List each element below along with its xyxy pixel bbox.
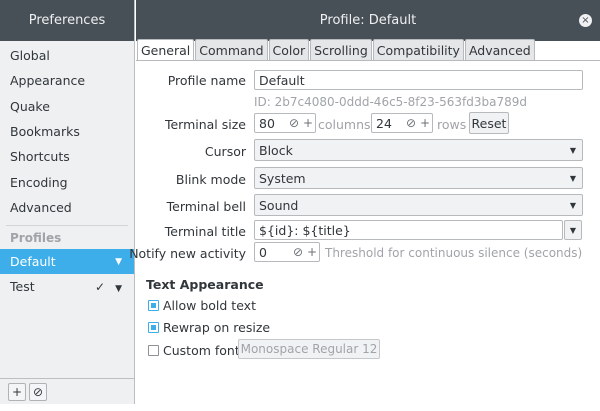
sidebar-item-shortcuts[interactable]: Shortcuts	[0, 144, 134, 169]
check-icon: ✓	[95, 280, 106, 295]
sidebar-footer: + ⊘	[0, 378, 134, 404]
tab-command[interactable]: Command	[195, 39, 268, 60]
custom-font-checkbox-row[interactable]: Custom font	[148, 343, 240, 358]
tab-color[interactable]: Color	[268, 39, 310, 60]
rows-label: rows	[437, 117, 467, 132]
profile-name-input[interactable]: Default	[254, 70, 583, 90]
cursor-value: Block	[259, 142, 293, 158]
notify-activity-label: Notify new activity	[129, 246, 246, 261]
reset-button[interactable]: Reset	[469, 112, 509, 134]
columns-spinbox[interactable]: 80 ⊘ +	[254, 113, 316, 133]
profile-id-text: ID: 2b7c4080-0ddd-46c5-8f23-563fd3ba789d	[254, 95, 527, 109]
font-chooser-button[interactable]: Monospace Regular 12	[238, 339, 380, 359]
nav-list: Global Appearance Quake Bookmarks Shortc…	[0, 41, 134, 299]
clear-icon[interactable]: ⊘	[404, 116, 418, 130]
tab-bar: General Command Color Scrolling Compatib…	[136, 39, 536, 61]
notify-activity-hint: Threshold for continuous silence (second…	[325, 246, 583, 260]
clear-icon[interactable]: ⊘	[287, 116, 301, 130]
sidebar-item-bookmarks[interactable]: Bookmarks	[0, 119, 134, 144]
notify-activity-spinbox[interactable]: 0 ⊘ +	[254, 242, 320, 262]
chevron-down-icon: ▼	[569, 225, 577, 235]
sidebar-item-advanced[interactable]: Advanced	[0, 195, 134, 220]
chevron-down-icon[interactable]: ▼	[115, 257, 122, 267]
main-header: Profile: Default ×	[136, 0, 600, 41]
allow-bold-checkbox-row[interactable]: Allow bold text	[148, 298, 256, 313]
profile-item-label: Test	[10, 279, 35, 295]
tab-compatibility[interactable]: Compatibility	[372, 39, 464, 60]
columns-label: columns	[318, 117, 371, 132]
profiles-section-label: Profiles	[6, 225, 128, 249]
add-profile-button[interactable]: +	[8, 382, 26, 401]
page-title: Profile: Default	[319, 13, 417, 28]
rewrap-checkbox-row[interactable]: Rewrap on resize	[148, 320, 270, 335]
tab-panel-divider	[136, 60, 600, 61]
blink-mode-value: System	[259, 170, 306, 186]
text-appearance-heading: Text Appearance	[146, 277, 264, 292]
notify-activity-value: 0	[259, 244, 267, 260]
profile-item-default[interactable]: Default ▼	[0, 249, 134, 275]
rows-spinbox[interactable]: 24 ⊘ +	[371, 113, 433, 133]
terminal-bell-select[interactable]: Sound ▼	[254, 194, 583, 216]
sidebar-item-appearance[interactable]: Appearance	[0, 68, 134, 93]
cursor-select[interactable]: Block ▼	[254, 139, 583, 161]
plus-icon[interactable]: +	[301, 116, 315, 130]
allow-bold-checkbox[interactable]	[148, 300, 159, 311]
plus-icon[interactable]: +	[418, 116, 432, 130]
clear-icon[interactable]: ⊘	[291, 245, 305, 259]
blink-mode-label: Blink mode	[175, 172, 246, 187]
cursor-label: Cursor	[204, 144, 246, 159]
close-icon[interactable]: ×	[579, 14, 592, 27]
allow-bold-label: Allow bold text	[163, 298, 256, 313]
plus-icon[interactable]: +	[305, 245, 319, 259]
rewrap-label: Rewrap on resize	[163, 320, 271, 335]
main-panel: Profile: Default × General Command Color…	[129, 0, 600, 404]
terminal-title-dropdown[interactable]: ▼	[564, 220, 582, 240]
terminal-bell-value: Sound	[259, 197, 299, 213]
chevron-down-icon: ▼	[569, 145, 576, 155]
terminal-bell-label: Terminal bell	[166, 199, 246, 214]
sidebar: Preferences Global Appearance Quake Book…	[0, 0, 135, 404]
sidebar-item-quake[interactable]: Quake	[0, 94, 134, 119]
profile-item-label: Default	[10, 254, 56, 270]
terminal-title-label: Terminal title	[164, 224, 246, 239]
profile-name-label: Profile name	[167, 73, 246, 88]
rows-value: 24	[376, 115, 392, 131]
rewrap-checkbox[interactable]	[148, 322, 159, 333]
terminal-size-label: Terminal size	[164, 117, 246, 132]
terminal-title-input[interactable]: ${id}: ${title}	[254, 220, 563, 240]
columns-value: 80	[259, 115, 275, 131]
chevron-down-icon[interactable]: ▼	[115, 284, 122, 294]
sidebar-title: Preferences	[0, 0, 134, 41]
custom-font-checkbox[interactable]	[148, 345, 159, 356]
tab-general[interactable]: General	[137, 39, 195, 61]
preferences-window: Preferences Global Appearance Quake Book…	[0, 0, 600, 411]
custom-font-label: Custom font	[163, 343, 240, 358]
blink-mode-select[interactable]: System ▼	[254, 167, 583, 189]
sidebar-item-encoding[interactable]: Encoding	[0, 169, 134, 194]
sidebar-item-global[interactable]: Global	[0, 43, 134, 68]
chevron-down-icon: ▼	[569, 200, 576, 210]
profile-item-test[interactable]: Test ✓ ▼	[0, 274, 134, 299]
tab-advanced[interactable]: Advanced	[464, 39, 535, 60]
remove-profile-button[interactable]: ⊘	[29, 382, 47, 401]
tab-scrolling[interactable]: Scrolling	[310, 39, 372, 60]
chevron-down-icon: ▼	[569, 173, 576, 183]
